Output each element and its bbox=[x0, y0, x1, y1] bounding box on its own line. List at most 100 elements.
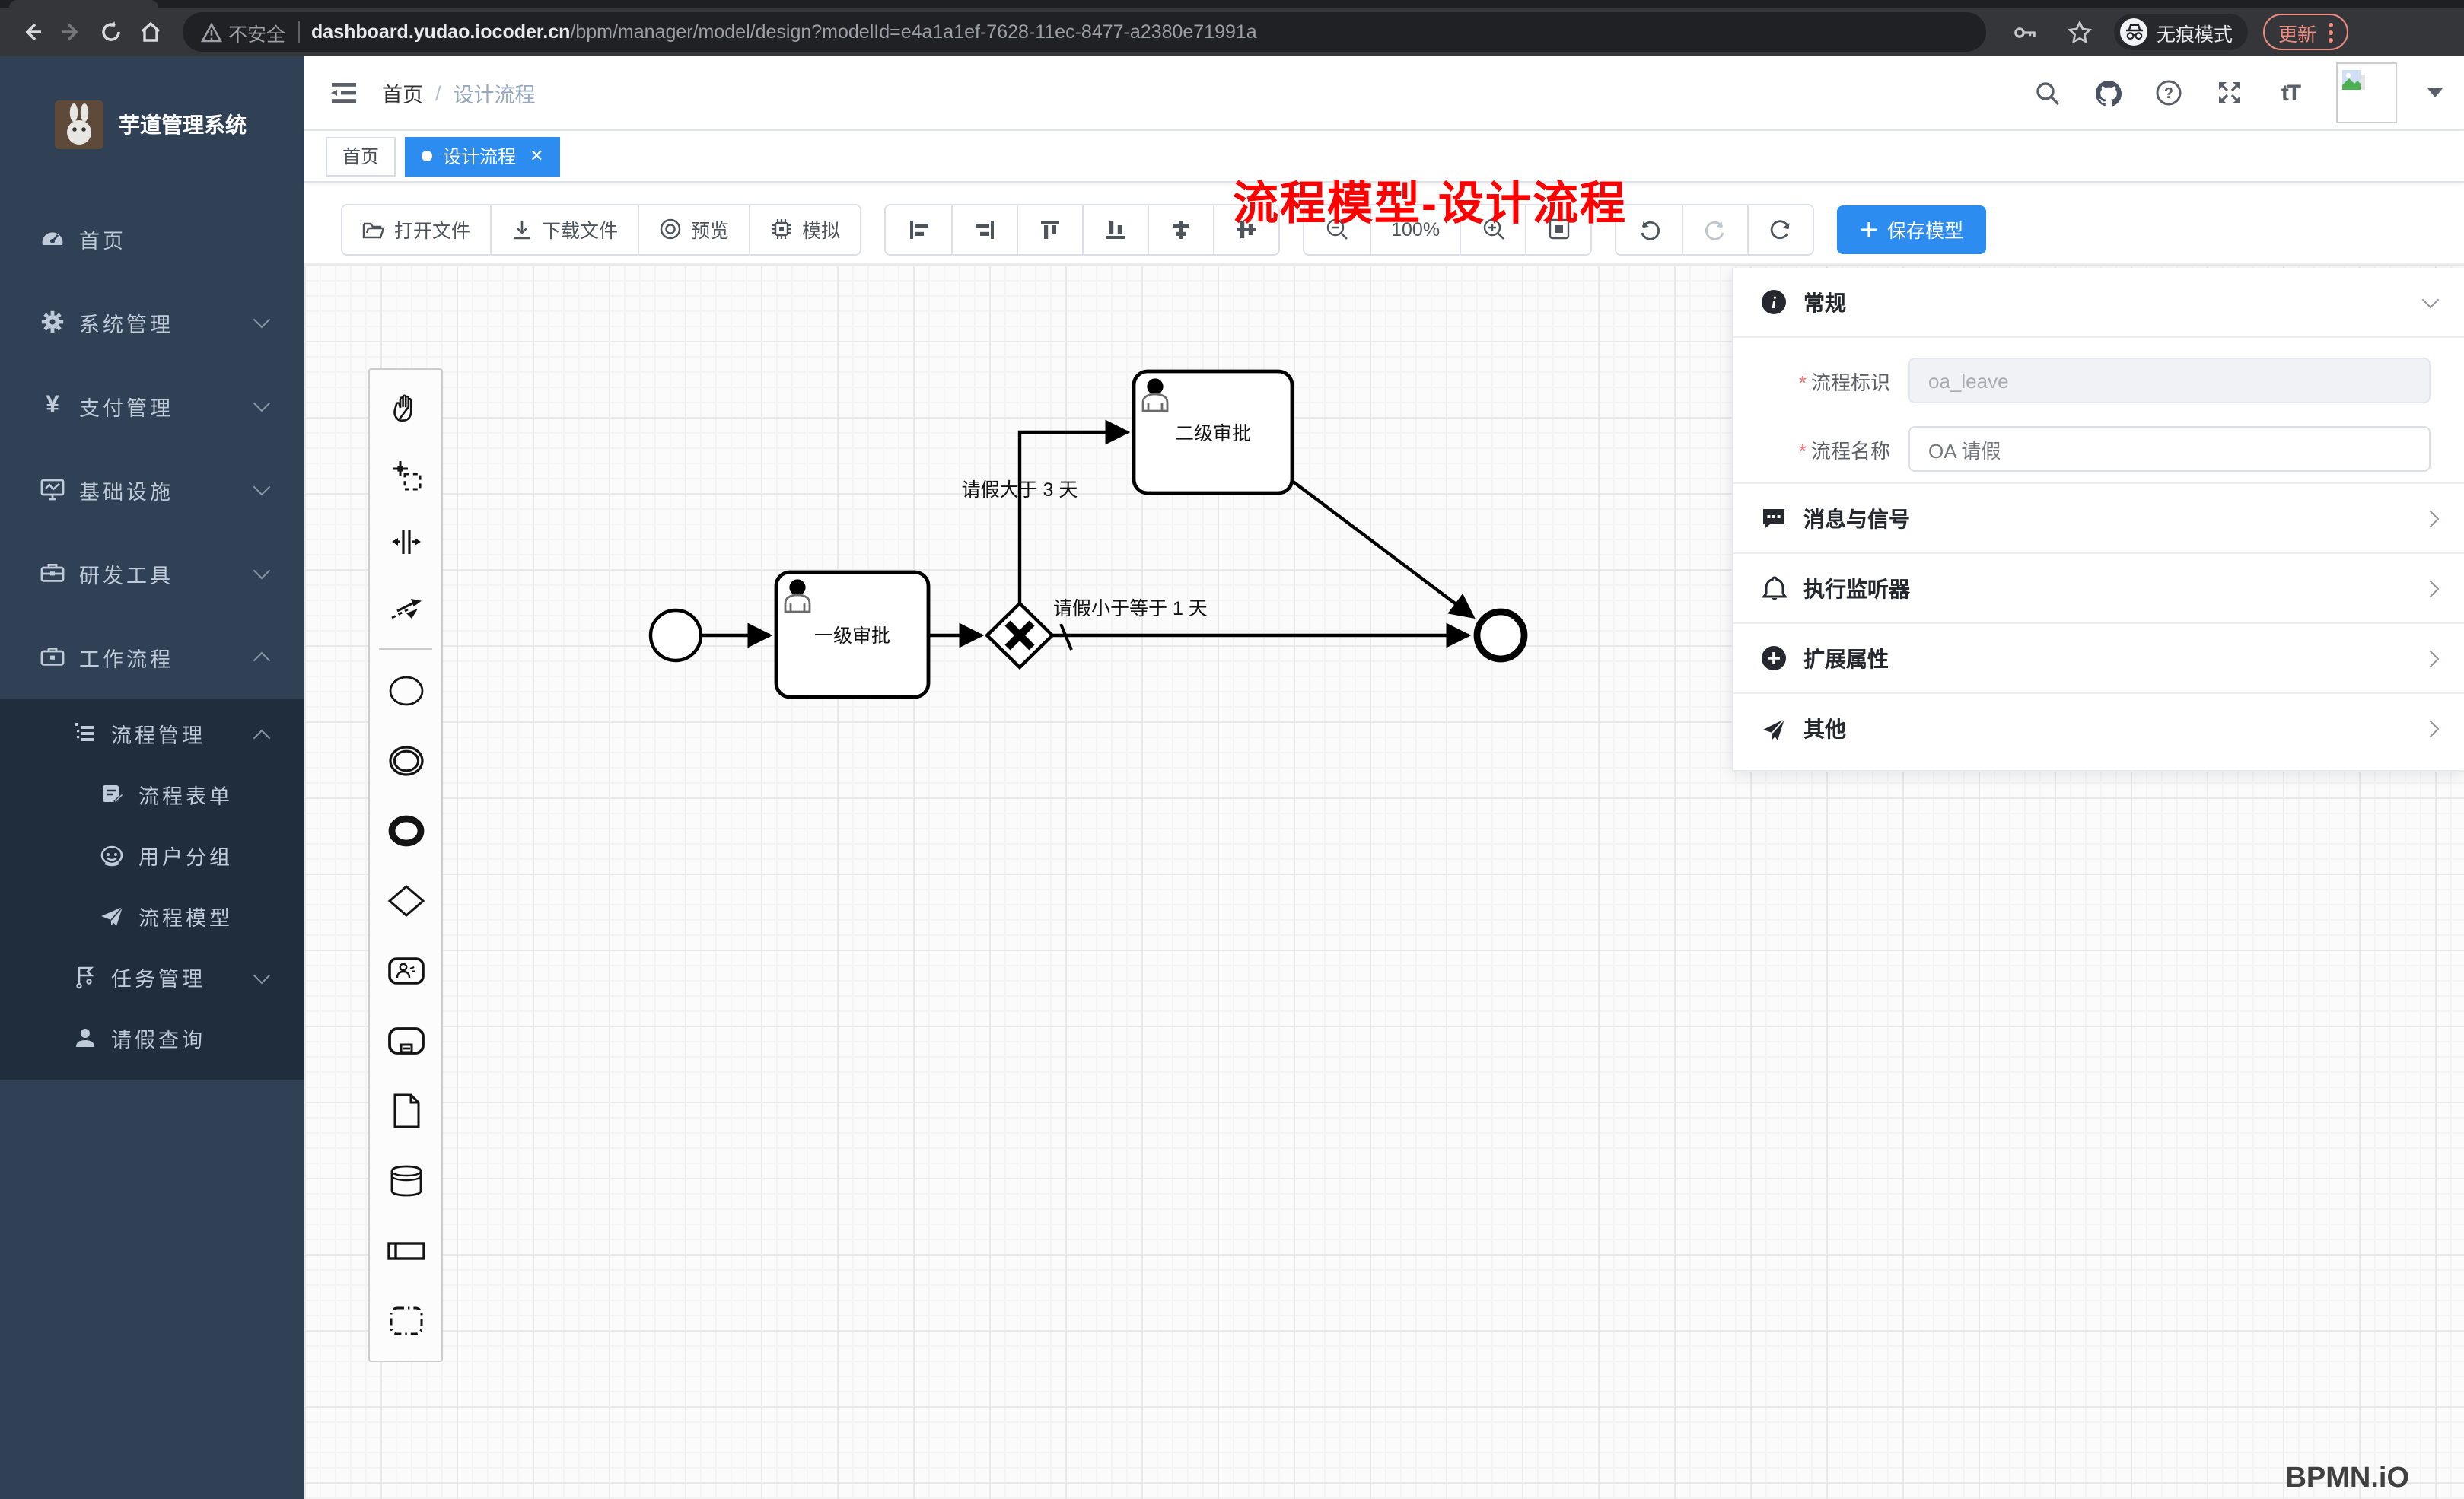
form-icon bbox=[99, 781, 125, 807]
section-message-signal[interactable]: 消息与信号 bbox=[1733, 484, 2464, 554]
flow-gateway-to-task2[interactable] bbox=[1020, 432, 1128, 603]
sidebar-item-home[interactable]: 首页 bbox=[0, 196, 304, 280]
condition-label-lte1[interactable]: 请假小于等于 1 天 bbox=[1053, 598, 1208, 619]
create-end-event[interactable] bbox=[373, 796, 438, 866]
update-button[interactable]: 更新 bbox=[2263, 14, 2348, 50]
bpmn-io-logo[interactable]: BPMN.iO bbox=[2285, 1462, 2409, 1499]
section-other[interactable]: 其他 bbox=[1733, 694, 2464, 764]
user-task-level2[interactable]: 二级审批 bbox=[1134, 371, 1292, 493]
active-dot-icon bbox=[422, 151, 432, 161]
align-bottom-icon[interactable] bbox=[1082, 205, 1148, 253]
font-size-icon[interactable]: tT bbox=[2275, 78, 2306, 108]
create-participant[interactable] bbox=[373, 1216, 438, 1286]
create-call-activity[interactable] bbox=[373, 1006, 438, 1076]
sidebar-item-user-group[interactable]: 用户分组 bbox=[0, 825, 304, 886]
section-general[interactable]: i 常规 bbox=[1733, 268, 2464, 338]
breadcrumb-home[interactable]: 首页 bbox=[382, 78, 423, 108]
sidebar-item-system[interactable]: 系统管理 bbox=[0, 280, 304, 364]
tab-home[interactable]: 首页 bbox=[326, 136, 396, 176]
create-group[interactable] bbox=[373, 1286, 438, 1356]
caret-down-icon[interactable] bbox=[2427, 88, 2443, 105]
align-top-icon[interactable] bbox=[1017, 205, 1082, 253]
bpmn-canvas[interactable]: 一级审批 二级审批 bbox=[304, 265, 2464, 1499]
chevron-up-icon bbox=[253, 730, 271, 747]
svg-text:一级审批: 一级审批 bbox=[814, 625, 890, 647]
restart-icon[interactable] bbox=[1747, 205, 1813, 253]
download-file-button[interactable]: 下载文件 bbox=[490, 205, 638, 253]
info-icon: i bbox=[1761, 289, 1787, 315]
start-event[interactable] bbox=[651, 610, 701, 660]
align-center-horizontal-icon[interactable] bbox=[1148, 205, 1213, 253]
address-bar[interactable]: 不安全 dashboard.yudao.iocoder.cn/bpm/manag… bbox=[183, 12, 1986, 52]
lasso-tool[interactable] bbox=[373, 441, 438, 508]
incognito-icon bbox=[2120, 18, 2147, 46]
gear-icon bbox=[40, 309, 65, 335]
key-icon[interactable] bbox=[2004, 12, 2044, 52]
forward-icon[interactable] bbox=[52, 12, 91, 52]
preview-button[interactable]: 预览 bbox=[638, 205, 749, 253]
breadcrumb: 首页 / 设计流程 bbox=[382, 78, 536, 108]
save-model-button[interactable]: 保存模型 bbox=[1837, 205, 1986, 253]
sidebar-item-leave-query[interactable]: 请假查询 bbox=[0, 1007, 304, 1068]
process-key-input[interactable] bbox=[1908, 358, 2431, 403]
open-file-button[interactable]: 打开文件 bbox=[342, 205, 490, 253]
sidebar-item-process-mgmt[interactable]: 流程管理 bbox=[0, 703, 304, 764]
section-execution-listener[interactable]: 执行监听器 bbox=[1733, 554, 2464, 624]
tab-design-process[interactable]: 设计流程 ✕ bbox=[405, 136, 560, 176]
flow-task2-to-end[interactable] bbox=[1292, 481, 1473, 617]
star-icon[interactable] bbox=[2059, 12, 2099, 52]
space-tool[interactable] bbox=[373, 508, 438, 575]
sidebar-item-payment[interactable]: ¥ 支付管理 bbox=[0, 364, 304, 447]
kebab-menu-icon[interactable] bbox=[2329, 22, 2333, 42]
url-domain: dashboard.yudao.iocoder.cn bbox=[311, 21, 570, 43]
chevron-right-icon bbox=[2422, 510, 2440, 527]
sidebar-item-process-model[interactable]: 流程模型 bbox=[0, 886, 304, 947]
chevron-down-icon bbox=[253, 311, 271, 329]
simulate-button[interactable]: 模拟 bbox=[749, 205, 860, 253]
create-data-object[interactable] bbox=[373, 1076, 438, 1146]
close-icon[interactable]: ✕ bbox=[530, 146, 543, 166]
sidebar-item-devtools[interactable]: 研发工具 bbox=[0, 531, 304, 615]
sidebar-item-process-form[interactable]: 流程表单 bbox=[0, 764, 304, 825]
warning-icon bbox=[201, 22, 222, 42]
back-icon[interactable] bbox=[12, 12, 52, 52]
chevron-right-icon bbox=[2422, 721, 2440, 738]
create-data-store[interactable] bbox=[373, 1146, 438, 1216]
incognito-badge[interactable]: 无痕模式 bbox=[2114, 14, 2248, 50]
create-user-task[interactable] bbox=[373, 936, 438, 1006]
redo-icon[interactable] bbox=[1682, 205, 1747, 253]
reload-icon[interactable] bbox=[91, 12, 131, 52]
search-icon[interactable] bbox=[2032, 78, 2062, 108]
end-event[interactable] bbox=[1477, 612, 1524, 659]
send-icon bbox=[99, 903, 125, 929]
collapse-sidebar-icon[interactable] bbox=[327, 76, 361, 110]
section-extension-attrs[interactable]: 扩展属性 bbox=[1733, 624, 2464, 694]
hand-tool[interactable] bbox=[373, 374, 438, 441]
create-exclusive-gateway[interactable] bbox=[373, 866, 438, 936]
github-icon[interactable] bbox=[2093, 78, 2123, 108]
url-path: /bpm/manager/model/design?modelId=e4a1a1… bbox=[570, 21, 1256, 43]
sidebar-item-task-mgmt[interactable]: 任务管理 bbox=[0, 947, 304, 1007]
breadcrumb-current: 设计流程 bbox=[454, 78, 536, 108]
global-connect-tool[interactable] bbox=[373, 575, 438, 642]
sidebar-menu: 首页 系统管理 ¥ 支付管理 基础设施 bbox=[0, 196, 304, 1080]
create-intermediate-event[interactable] bbox=[373, 726, 438, 796]
fullscreen-icon[interactable] bbox=[2214, 78, 2245, 108]
sidebar-logo[interactable]: 芋道管理系统 bbox=[0, 56, 304, 193]
home-icon[interactable] bbox=[131, 12, 170, 52]
sidebar-item-infra[interactable]: 基础设施 bbox=[0, 447, 304, 531]
align-left-icon[interactable] bbox=[886, 205, 951, 253]
monitor-icon bbox=[40, 476, 65, 502]
chip-icon bbox=[770, 218, 793, 240]
align-right-icon[interactable] bbox=[951, 205, 1017, 253]
create-start-event[interactable] bbox=[373, 656, 438, 726]
condition-label-gt3[interactable]: 请假大于 3 天 bbox=[962, 479, 1078, 501]
sidebar-item-workflow[interactable]: 工作流程 bbox=[0, 615, 304, 699]
avatar[interactable] bbox=[2336, 62, 2397, 123]
exclusive-gateway[interactable] bbox=[987, 603, 1052, 667]
browser-tab[interactable] bbox=[9, 0, 158, 8]
help-icon[interactable]: ? bbox=[2154, 78, 2184, 108]
user-task-level1[interactable]: 一级审批 bbox=[776, 572, 928, 697]
process-name-input[interactable] bbox=[1908, 426, 2431, 472]
yen-icon: ¥ bbox=[40, 393, 65, 419]
